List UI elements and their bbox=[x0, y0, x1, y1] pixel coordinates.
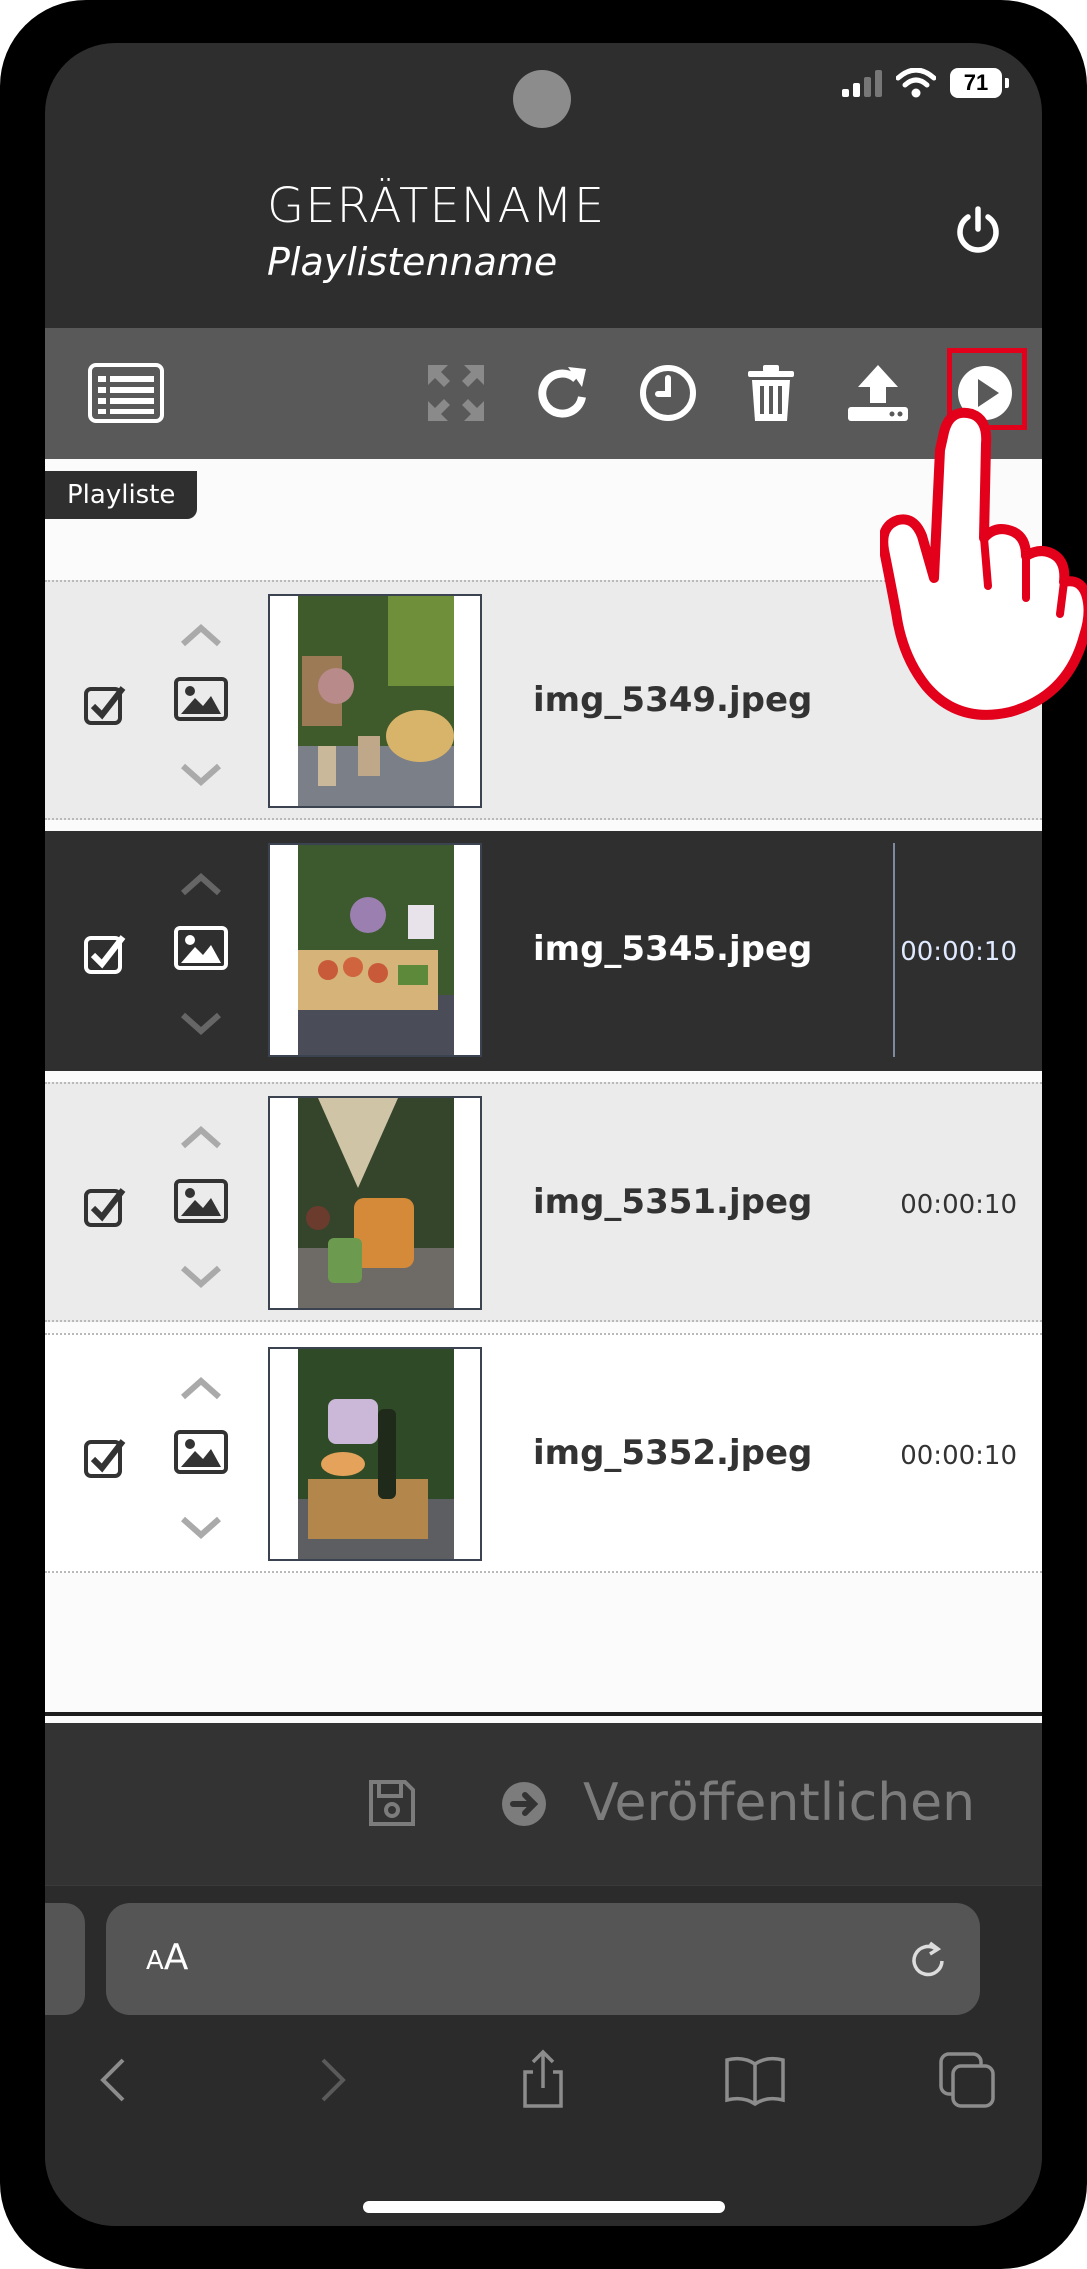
tabs-icon[interactable] bbox=[935, 2048, 999, 2112]
reader-settings-button[interactable]: AA bbox=[146, 1937, 188, 1978]
playlist-name: Playlistenname bbox=[267, 240, 558, 284]
phone-frame: 71 GERÄTENAME Playlistenname Playliste i… bbox=[0, 0, 1087, 2269]
status-bar: 71 bbox=[842, 65, 1009, 101]
checkbox-checked-icon[interactable] bbox=[83, 931, 127, 975]
device-name: GERÄTENAME bbox=[267, 178, 606, 234]
column-divider bbox=[893, 843, 895, 1057]
move-down-icon[interactable] bbox=[179, 1515, 223, 1541]
image-type-icon bbox=[174, 1430, 228, 1474]
signal-icon bbox=[842, 69, 882, 97]
home-indicator bbox=[363, 2201, 725, 2213]
fullscreen-icon bbox=[428, 365, 484, 421]
duration: 00:00:10 bbox=[900, 937, 1017, 967]
thumbnail bbox=[268, 594, 482, 808]
file-name: img_5345.jpeg bbox=[533, 929, 813, 969]
publish-button[interactable]: Veröffentlichen bbox=[583, 1773, 975, 1833]
playlist-tag: Playliste bbox=[45, 471, 198, 519]
image-type-icon bbox=[174, 677, 228, 721]
list-icon bbox=[88, 363, 164, 423]
battery-level: 71 bbox=[963, 70, 989, 95]
playlist-row[interactable]: img_5351.jpeg 00:00:10 bbox=[45, 1082, 1042, 1322]
checkbox-checked-icon[interactable] bbox=[83, 1435, 127, 1479]
aa-small: A bbox=[146, 1946, 164, 1976]
reload-icon[interactable] bbox=[906, 1939, 950, 1983]
save-icon[interactable] bbox=[367, 1778, 417, 1828]
duration: 00:00:10 bbox=[900, 1190, 1017, 1220]
bookmarks-icon[interactable] bbox=[723, 2048, 787, 2112]
image-type-icon bbox=[174, 1179, 228, 1223]
action-bar: Veröffentlichen bbox=[45, 1723, 1042, 1885]
move-up-icon[interactable] bbox=[179, 1375, 223, 1401]
move-down-icon[interactable] bbox=[179, 1264, 223, 1290]
fullscreen-button[interactable] bbox=[423, 360, 489, 426]
clock-icon bbox=[640, 365, 696, 421]
browser-bar: AA bbox=[45, 1885, 1042, 2226]
checkbox-checked-icon[interactable] bbox=[83, 1184, 127, 1228]
screen: 71 GERÄTENAME Playlistenname Playliste i… bbox=[45, 43, 1042, 2226]
delete-button[interactable] bbox=[738, 360, 804, 426]
playlist-row[interactable]: img_5352.jpeg 00:00:10 bbox=[45, 1333, 1042, 1573]
trash-icon bbox=[748, 365, 794, 421]
move-down-icon[interactable] bbox=[179, 1011, 223, 1037]
thumbnail-photo bbox=[298, 1349, 454, 1559]
move-up-icon[interactable] bbox=[179, 1124, 223, 1150]
wifi-icon bbox=[896, 68, 936, 98]
thumbnail-photo bbox=[298, 1098, 454, 1308]
thumbnail bbox=[268, 1096, 482, 1310]
refresh-icon bbox=[538, 367, 586, 418]
address-bar[interactable]: AA bbox=[106, 1903, 980, 2015]
move-up-icon[interactable] bbox=[179, 622, 223, 648]
image-type-icon bbox=[174, 926, 228, 970]
pointing-hand-icon bbox=[880, 407, 1087, 720]
checkbox-checked-icon[interactable] bbox=[83, 682, 127, 726]
thumbnail bbox=[268, 1347, 482, 1561]
move-up-icon[interactable] bbox=[179, 871, 223, 897]
thumbnail bbox=[268, 843, 482, 1057]
front-camera bbox=[513, 70, 571, 128]
move-down-icon[interactable] bbox=[179, 762, 223, 788]
playlist-row-selected[interactable]: img_5345.jpeg 00:00:10 bbox=[45, 831, 1042, 1071]
forward-icon[interactable] bbox=[299, 2048, 363, 2112]
content-divider bbox=[45, 1712, 1042, 1716]
share-icon[interactable] bbox=[511, 2048, 575, 2112]
file-name: img_5351.jpeg bbox=[533, 1182, 813, 1222]
thumbnail-photo bbox=[298, 845, 454, 1055]
duration: 00:00:10 bbox=[900, 1441, 1017, 1471]
aa-large: A bbox=[163, 1937, 189, 1978]
file-name: img_5349.jpeg bbox=[533, 680, 813, 720]
previous-tab[interactable] bbox=[45, 1903, 85, 2015]
file-name: img_5352.jpeg bbox=[533, 1433, 813, 1473]
refresh-button[interactable] bbox=[529, 360, 595, 426]
battery-icon: 71 bbox=[950, 68, 1009, 98]
power-icon[interactable] bbox=[952, 205, 1004, 257]
thumbnail-photo bbox=[298, 596, 454, 806]
arrow-right-circle-icon bbox=[502, 1782, 546, 1826]
header-titles: GERÄTENAME Playlistenname bbox=[267, 178, 605, 284]
back-icon[interactable] bbox=[83, 2048, 147, 2112]
list-view-button[interactable] bbox=[87, 360, 165, 426]
schedule-button[interactable] bbox=[635, 360, 701, 426]
